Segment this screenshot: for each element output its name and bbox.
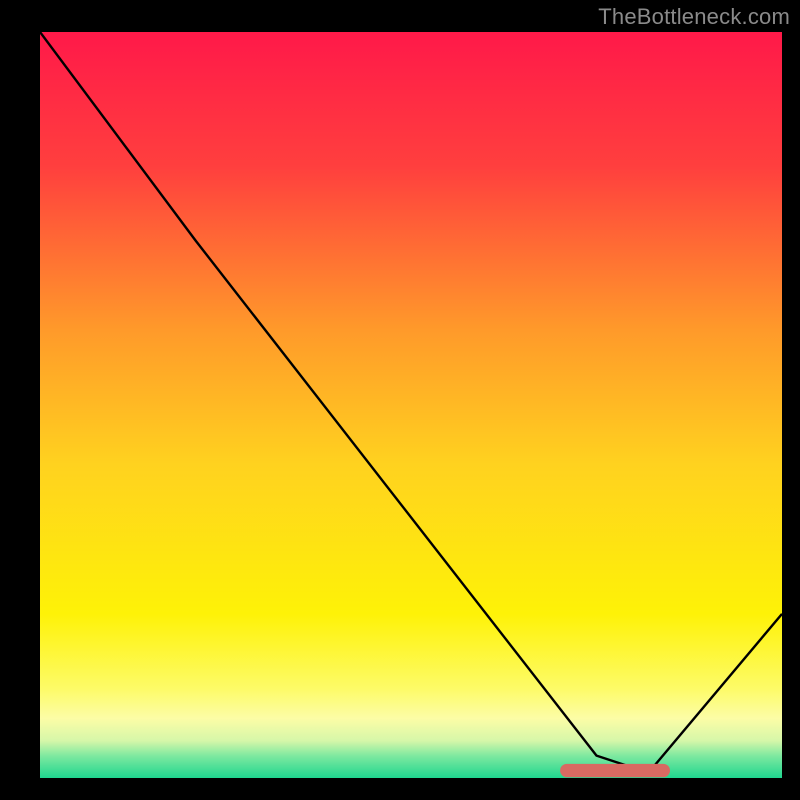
attribution-label: TheBottleneck.com <box>598 4 790 30</box>
chart-frame: TheBottleneck.com <box>0 0 800 800</box>
chart-background <box>40 32 782 778</box>
chart-svg <box>40 32 782 778</box>
plot-area <box>40 32 782 778</box>
